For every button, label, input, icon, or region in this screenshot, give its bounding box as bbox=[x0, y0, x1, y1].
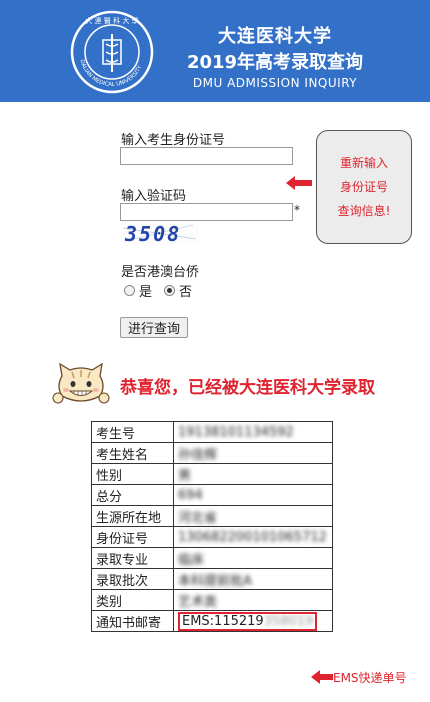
row-value: 本科提前批A bbox=[173, 568, 333, 590]
header-banner: 大 連 醫 科 大 學 DALIAN MEDICAL UNIVERSITY 大连… bbox=[0, 0, 430, 102]
radio-yes[interactable] bbox=[124, 285, 135, 296]
radio-no-label: 否 bbox=[179, 285, 193, 300]
page-title-english: DMU ADMISSION INQUIRY bbox=[192, 76, 358, 90]
cat-mascot-icon bbox=[52, 362, 110, 404]
red-arrow-left-icon bbox=[311, 670, 333, 684]
row-key: 通知书邮寄 bbox=[91, 610, 174, 632]
table-row: 考生号 19138101134592 bbox=[91, 421, 333, 443]
row-key: 性别 bbox=[91, 463, 174, 485]
ems-number-hidden: 358019 bbox=[263, 613, 314, 629]
id-number-label: 输入考生身份证号 bbox=[121, 133, 226, 148]
table-row: 身份证号 130682200101065712 bbox=[91, 526, 333, 548]
ems-highlight-box: EMS:115219358019 bbox=[178, 611, 318, 631]
table-row: 性别 男 bbox=[91, 463, 333, 485]
row-value: 河北省 bbox=[173, 505, 333, 527]
row-key: 考生姓名 bbox=[91, 442, 174, 464]
query-button[interactable]: 进行查询 bbox=[120, 317, 189, 338]
university-seal-logo: 大 連 醫 科 大 學 DALIAN MEDICAL UNIVERSITY bbox=[70, 10, 154, 94]
table-row: 录取专业 临床 bbox=[91, 547, 333, 569]
captcha-input[interactable] bbox=[120, 203, 293, 221]
ems-number-visible: EMS:115219 bbox=[182, 613, 264, 629]
required-mark: * bbox=[294, 203, 300, 217]
table-row: 通知书邮寄 EMS:115219358019 bbox=[91, 610, 333, 632]
row-value: 男 bbox=[173, 463, 333, 485]
row-key: 身份证号 bbox=[91, 526, 174, 548]
row-key: 考生号 bbox=[91, 421, 174, 443]
row-key: 录取专业 bbox=[91, 547, 174, 569]
captcha-label: 输入验证码 bbox=[121, 189, 187, 204]
radio-no[interactable] bbox=[164, 285, 176, 296]
row-value: 艺术类 bbox=[173, 589, 333, 611]
captcha-image[interactable]: 3508 bbox=[121, 221, 199, 245]
callout-line3: 查询信息! bbox=[337, 204, 391, 218]
svg-text:3508: 3508 bbox=[124, 222, 181, 245]
admission-congrats-heading: 恭喜您，已经被大连医科大学录取 bbox=[120, 378, 375, 398]
reentry-hint-callout: 重新输入 身份证号 查询信息! bbox=[316, 130, 412, 244]
table-row: 考生姓名 孙佳辉 bbox=[91, 442, 333, 464]
svg-text:大 連 醫 科 大 學: 大 連 醫 科 大 學 bbox=[85, 16, 138, 25]
callout-line1: 重新输入 bbox=[339, 156, 388, 170]
admission-result-table: 考生号 19138101134592 考生姓名 孙佳辉 性别 男 总分 694 … bbox=[91, 421, 333, 632]
row-key: 生源所在地 bbox=[91, 505, 174, 527]
table-row: 类别 艺术类 bbox=[91, 589, 333, 611]
ems-tracking-cell: EMS:115219358019 bbox=[173, 610, 333, 632]
red-arrow-left-icon bbox=[286, 176, 312, 190]
row-value: 孙佳辉 bbox=[173, 442, 333, 464]
table-row: 录取批次 本科提前批A bbox=[91, 568, 333, 590]
ems-note-label: EMS快递单号 bbox=[333, 671, 407, 685]
page-title-line2: 2019年高考录取查询 bbox=[186, 52, 364, 73]
hk-macao-taiwan-radio-group: 是 否 bbox=[124, 281, 192, 300]
radio-yes-label: 是 bbox=[139, 285, 153, 300]
id-number-input[interactable] bbox=[120, 147, 293, 165]
row-key: 总分 bbox=[91, 484, 174, 506]
page-title-line1: 大连医科大学 bbox=[218, 26, 332, 47]
table-row: 总分 694 bbox=[91, 484, 333, 506]
row-value: 19138101134592 bbox=[173, 421, 333, 443]
table-row: 生源所在地 河北省 bbox=[91, 505, 333, 527]
callout-line2: 身份证号 bbox=[339, 180, 388, 194]
hk-macao-taiwan-label: 是否港澳台侨 bbox=[121, 265, 200, 280]
row-value: 临床 bbox=[173, 547, 333, 569]
row-key: 录取批次 bbox=[91, 568, 174, 590]
row-value: 694 bbox=[173, 484, 333, 506]
row-value: 130682200101065712 bbox=[173, 526, 333, 548]
row-key: 类别 bbox=[91, 589, 174, 611]
